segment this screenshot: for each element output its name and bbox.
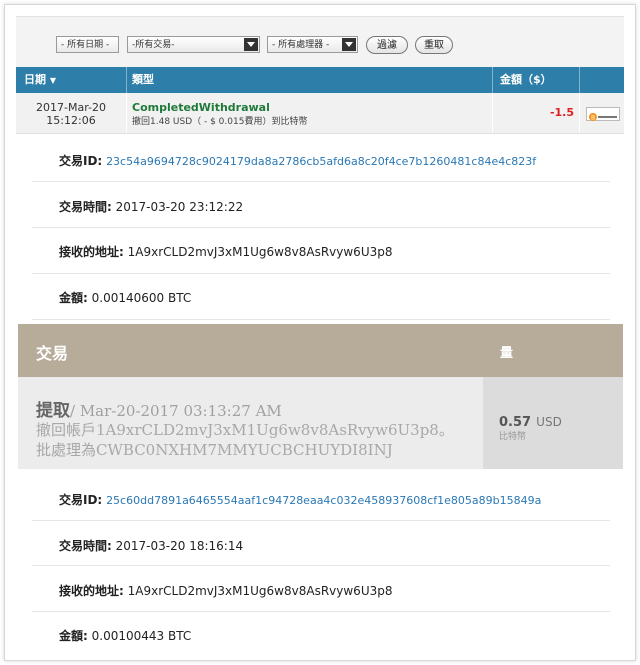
time-label: 交易時間: xyxy=(59,539,112,553)
table-row[interactable]: 2017-Mar-20 15:12:06 CompletedWithdrawal… xyxy=(16,93,624,134)
txid-row: 交易ID: 25c60dd7891a6465554aaf1c94728eaa4c… xyxy=(59,491,541,508)
divider xyxy=(32,227,610,228)
column-header-date[interactable]: 日期 ▼ xyxy=(24,67,56,93)
row-type-cell: CompletedWithdrawal 撤回1.48 USD（ - $ 0.01… xyxy=(132,93,490,133)
filter-button[interactable]: 過濾 xyxy=(366,36,408,54)
divider xyxy=(32,273,610,274)
header-divider xyxy=(579,67,580,93)
band-amount-line: 0.57 USD xyxy=(499,411,562,430)
row-date-cell: 2017-Mar-20 15:12:06 xyxy=(16,93,126,133)
row-type-description: 撤回1.48 USD（ - $ 0.015費用）到比特幣 xyxy=(132,117,308,127)
amount-label: 金額: xyxy=(59,629,88,643)
divider xyxy=(32,611,610,612)
band-amount-sub: 比特幣 xyxy=(499,432,527,442)
txid-link[interactable]: 25c60dd7891a6465554aaf1c94728eaa4c032e45… xyxy=(106,494,541,507)
amount-row: 金額: 0.00100443 BTC xyxy=(59,627,191,644)
txid-label: 交易ID: xyxy=(59,493,103,507)
band-description-line2: 批處理為CWBC0NXHM7MMYUCBCHUYDI8INJ xyxy=(36,441,393,459)
row-type-title: CompletedWithdrawal xyxy=(132,101,270,114)
processor-select[interactable]: - 所有處理器 - xyxy=(267,36,358,53)
divider xyxy=(32,565,610,566)
table-header: 日期 ▼ 類型 金額（$） xyxy=(16,67,624,93)
date-filter-button[interactable]: - 所有日期 - xyxy=(56,36,119,53)
band-timestamp: / Mar-20-2017 03:13:27 AM xyxy=(70,402,282,420)
cell-divider xyxy=(579,93,580,133)
bitcoin-icon: B xyxy=(589,113,617,121)
cell-divider xyxy=(126,93,127,133)
address-row: 接收的地址: 1A9xrCLD2mvJ3xM1Ug6w8v8AsRvyw6U3p… xyxy=(59,582,393,599)
divider xyxy=(32,181,610,182)
svg-text:B: B xyxy=(591,114,595,121)
address-label: 接收的地址: xyxy=(59,584,124,598)
divider xyxy=(32,520,610,521)
address-row: 接收的地址: 1A9xrCLD2mvJ3xM1Ug6w8v8AsRvyw6U3p… xyxy=(59,243,393,260)
chevron-down-icon xyxy=(342,38,356,51)
txid-row: 交易ID: 23c54a9694728c9024179da8a2786cb5af… xyxy=(59,152,536,169)
filter-bar: - 所有日期 - -所有交易- - 所有處理器 - 過濾 重取 xyxy=(16,16,624,67)
amount-value: 0.00100443 BTC xyxy=(91,629,192,643)
bitcoin-logo: B xyxy=(586,107,620,121)
band-amount-value: 0.57 xyxy=(499,415,532,430)
time-value: 2017-03-20 18:16:14 xyxy=(115,539,244,553)
sort-down-icon: ▼ xyxy=(49,76,56,85)
time-row: 交易時間: 2017-03-20 23:12:22 xyxy=(59,198,243,215)
row-amount: -1.5 xyxy=(549,106,574,119)
column-header-amount[interactable]: 金額（$） xyxy=(500,67,552,93)
band-title: 提取 xyxy=(36,401,70,421)
address-label: 接收的地址: xyxy=(59,245,124,259)
header-divider xyxy=(126,67,127,93)
divider xyxy=(32,319,610,320)
band-description-line1: 撤回帳戶1A9xrCLD2mvJ3xM1Ug6w8v8AsRvyw6U3p8。 xyxy=(36,421,454,439)
address-value: 1A9xrCLD2mvJ3xM1Ug6w8v8AsRvyw6U3p8 xyxy=(127,245,393,259)
amount-label: 金額: xyxy=(59,291,88,305)
txid-label: 交易ID: xyxy=(59,154,103,168)
time-label: 交易時間: xyxy=(59,200,112,214)
cell-divider xyxy=(492,93,493,133)
row-date: 2017-Mar-20 xyxy=(36,101,106,114)
chevron-down-icon xyxy=(244,38,258,51)
band-amount-cell: 0.57 USD 比特幣 xyxy=(483,377,623,469)
reset-button[interactable]: 重取 xyxy=(415,36,453,54)
processor-value: - 所有處理器 - xyxy=(272,40,330,50)
date-header-label: 日期 xyxy=(24,73,46,86)
transaction-band-body: 提取/ Mar-20-2017 03:13:27 AM 撤回帳戶1A9xrCLD… xyxy=(18,377,483,469)
time-value: 2017-03-20 23:12:22 xyxy=(115,200,244,214)
band-column-transaction: 交易 xyxy=(36,344,69,363)
row-time: 15:12:06 xyxy=(46,114,96,127)
band-column-amount: 量 xyxy=(500,346,514,361)
date-filter-label: - 所有日期 - xyxy=(61,40,110,50)
amount-row: 金額: 0.00140600 BTC xyxy=(59,289,191,306)
band-title-line: 提取/ Mar-20-2017 03:13:27 AM xyxy=(36,396,282,421)
time-row: 交易時間: 2017-03-20 18:16:14 xyxy=(59,537,243,554)
transaction-band-header: 交易 量 xyxy=(18,324,623,377)
column-header-type[interactable]: 類型 xyxy=(132,67,154,93)
txid-link[interactable]: 23c54a9694728c9024179da8a2786cb5afd6a8c2… xyxy=(106,155,536,168)
address-value: 1A9xrCLD2mvJ3xM1Ug6w8v8AsRvyw6U3p8 xyxy=(127,584,393,598)
band-amount-unit: USD xyxy=(536,415,562,429)
amount-value: 0.00140600 BTC xyxy=(91,291,192,305)
transaction-type-value: -所有交易- xyxy=(132,40,175,50)
transaction-type-select[interactable]: -所有交易- xyxy=(127,36,260,53)
header-divider xyxy=(492,67,493,93)
